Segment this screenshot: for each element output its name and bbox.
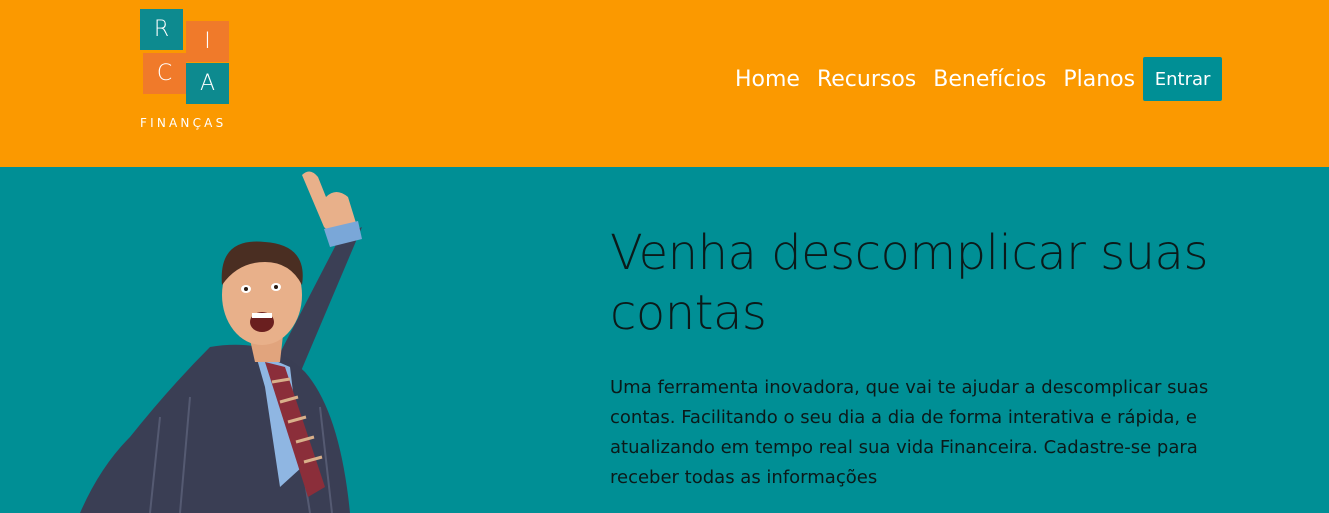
nav-link-beneficios[interactable]: Benefícios <box>933 67 1046 92</box>
nav-link-planos[interactable]: Planos <box>1063 67 1135 92</box>
login-button[interactable]: Entrar <box>1143 57 1223 101</box>
logo-tile-r: R <box>140 9 183 50</box>
nav-link-recursos[interactable]: Recursos <box>817 67 916 92</box>
brand-logo[interactable]: R I C A FINANÇAS <box>140 9 236 133</box>
logo-tile-a: A <box>186 63 229 104</box>
hero-section: Venha descomplicar suas contas Uma ferra… <box>0 167 1329 513</box>
hero-description: Uma ferramenta inovadora, que vai te aju… <box>610 377 1209 488</box>
main-nav: Home Recursos Benefícios Planos Entrar <box>735 57 1223 101</box>
logo-tile-c: C <box>143 53 186 94</box>
logo-subtitle: FINANÇAS <box>140 116 227 130</box>
nav-link-home[interactable]: Home <box>735 67 800 92</box>
hero-title: Venha descomplicar suas contas <box>610 225 1208 341</box>
excited-businessman-photo <box>80 171 362 513</box>
logo-tile-i: I <box>186 21 229 62</box>
site-header: R I C A FINANÇAS Home Recursos Benefício… <box>0 0 1329 167</box>
